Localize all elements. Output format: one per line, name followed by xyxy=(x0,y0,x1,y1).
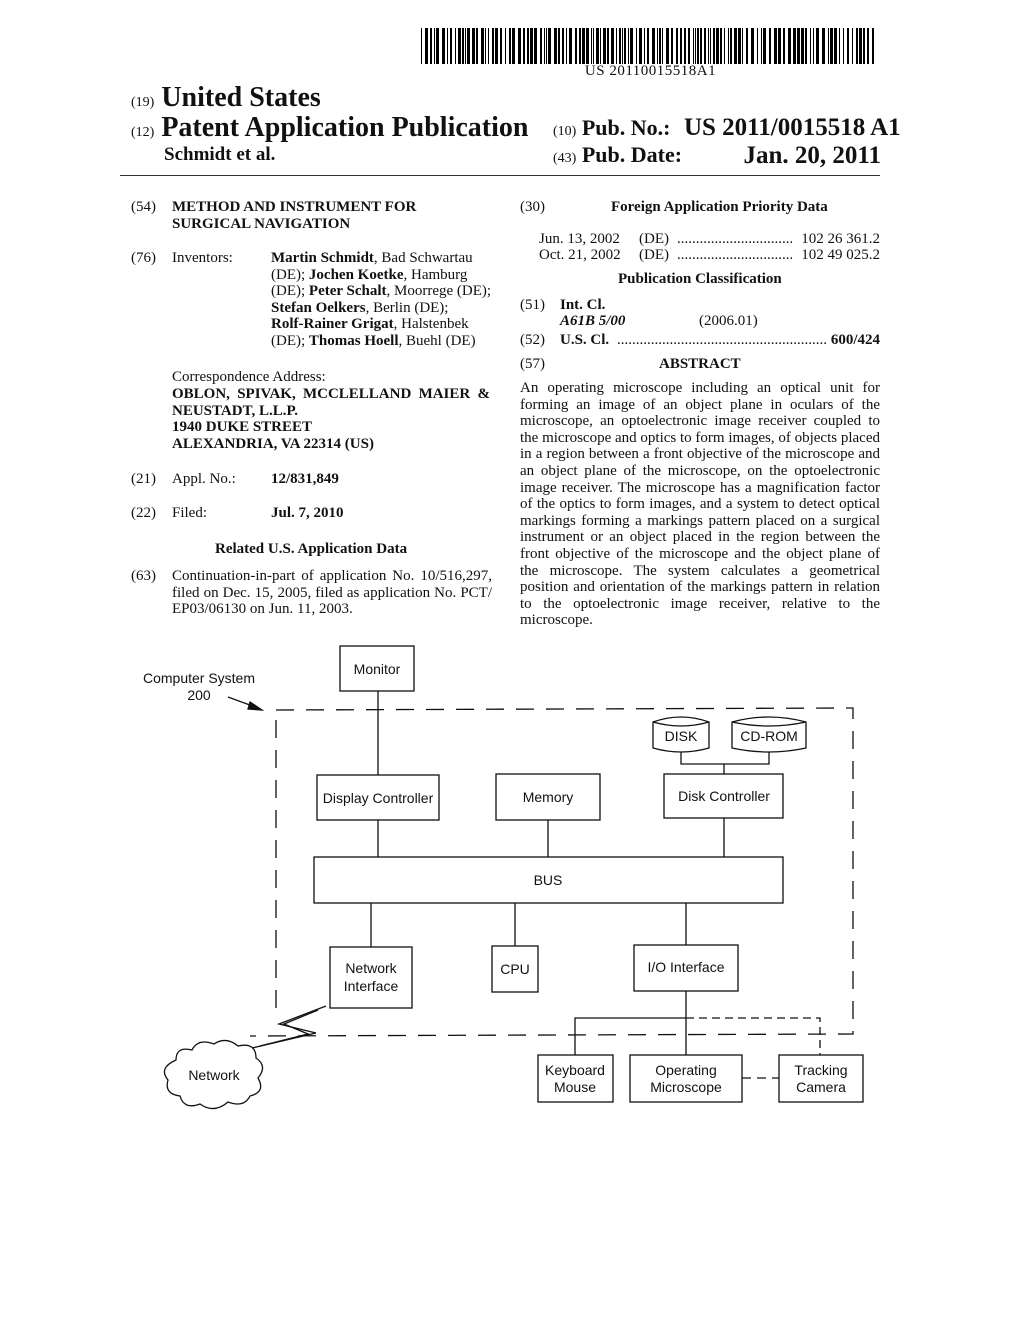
keyboard-mouse-label-2: Mouse xyxy=(554,1079,596,1095)
camera-label-1: Tracking xyxy=(794,1062,847,1078)
io-interface-label: I/O Interface xyxy=(647,959,724,975)
cdrom-label: CD-ROM xyxy=(740,728,798,744)
system-label: Computer System xyxy=(143,670,255,686)
display-controller-label: Display Controller xyxy=(323,790,434,806)
network-interface-label-2: Interface xyxy=(344,978,399,994)
wireless-link-icon xyxy=(251,1005,327,1049)
microscope-label-1: Operating xyxy=(655,1062,716,1078)
bus-label: BUS xyxy=(534,872,563,888)
network-label: Network xyxy=(188,1067,240,1083)
microscope-label-2: Microscope xyxy=(650,1079,722,1095)
wireless-link-icon-inner xyxy=(259,1009,319,1047)
monitor-label: Monitor xyxy=(354,661,401,677)
keyboard-mouse-label-1: Keyboard xyxy=(545,1062,605,1078)
cdrom-cylinder-top xyxy=(731,721,807,727)
system-diagram: Computer System 200 Monitor Display Cont… xyxy=(143,645,864,1110)
disk-cylinder-top xyxy=(652,721,710,727)
cpu-label: CPU xyxy=(500,961,530,977)
label-arrow-head xyxy=(247,700,265,711)
conn-io-camera xyxy=(686,1017,821,1055)
camera-label-2: Camera xyxy=(796,1079,846,1095)
disk-label: DISK xyxy=(665,728,698,744)
memory-label: Memory xyxy=(523,789,574,805)
system-label-number: 200 xyxy=(187,687,211,703)
conn-disks xyxy=(680,752,770,774)
conn-io-keyboard xyxy=(574,1017,686,1055)
disk-controller-label: Disk Controller xyxy=(678,788,770,804)
network-interface-label-1: Network xyxy=(345,960,397,976)
